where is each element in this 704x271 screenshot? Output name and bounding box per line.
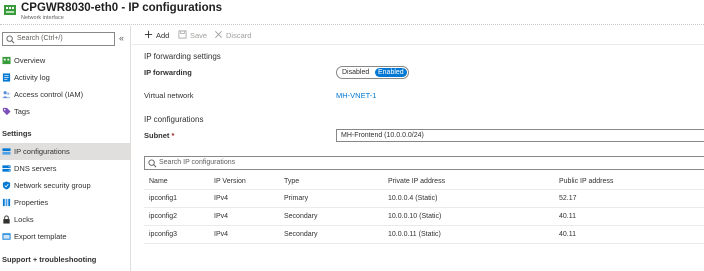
sidebar-item-dns-servers[interactable]: DNS servers: [0, 160, 131, 177]
dns-servers-icon: [2, 165, 11, 172]
cell-name: ipconfig1: [149, 195, 178, 202]
toggle-option-enabled[interactable]: Enabled: [375, 68, 407, 77]
add-button-label: Add: [156, 31, 170, 40]
cell-ip-version: IPv4: [214, 195, 229, 202]
table-row[interactable]: ipconfig1 IPv4 Primary 10.0.0.4 (Static)…: [144, 190, 704, 208]
sidebar-item-label: DNS servers: [14, 164, 57, 173]
lock-icon: [3, 215, 10, 224]
sidebar-item-label: IP configurations: [14, 147, 70, 156]
toggle-option-disabled[interactable]: Disabled: [339, 68, 372, 77]
ip-forwarding-label: IP forwarding: [144, 68, 192, 77]
table-row[interactable]: ipconfig2 IPv4 Secondary 10.0.0.10 (Stat…: [144, 208, 704, 226]
sidebar-item-network-security-group[interactable]: Network security group: [0, 177, 131, 194]
main-content: Add Save Discard IP forwarding settings …: [132, 26, 704, 271]
sidebar-item-label: Tags: [14, 107, 30, 116]
menu-search-placeholder: Search (Ctrl+/): [17, 35, 63, 42]
ip-forwarding-toggle[interactable]: Disabled Enabled: [336, 66, 409, 79]
tag-icon: [2, 107, 11, 116]
save-button-label: Save: [190, 31, 208, 40]
overview-icon: [2, 56, 11, 65]
subnet-label: Subnet *: [144, 131, 174, 140]
cell-private-ip: 10.0.0.10 (Static): [388, 213, 442, 220]
virtual-network-link[interactable]: MH-VNET-1: [336, 91, 376, 100]
column-header-ip-version[interactable]: IP Version: [214, 178, 246, 185]
ip-configurations-icon: [2, 148, 11, 155]
cell-ip-version: IPv4: [214, 231, 229, 238]
ip-configurations-section-title: IP configurations: [144, 115, 204, 124]
sidebar-item-label: Access control (IAM): [14, 90, 84, 99]
cell-private-ip: 10.0.0.11 (Static): [388, 231, 441, 238]
settings-section-header: Settings: [2, 129, 32, 138]
blade-header: CPGWR8030-eth0 - IP configurations Netwo…: [0, 0, 704, 25]
table-header-row: Name IP Version Type Private IP address …: [144, 173, 704, 190]
ip-forwarding-section-title: IP forwarding settings: [144, 52, 221, 61]
sidebar-item-locks[interactable]: Locks: [0, 211, 131, 228]
collapse-menu-button[interactable]: «: [119, 33, 124, 43]
subnet-label-text: Subnet: [144, 131, 170, 140]
close-icon: [215, 31, 222, 38]
sidebar-item-activity-log[interactable]: Activity log: [0, 69, 131, 86]
save-icon: [178, 30, 187, 39]
virtual-network-label: Virtual network: [144, 91, 194, 100]
network-security-group-icon: [2, 181, 11, 190]
cell-public-ip: 52.17: [559, 195, 577, 202]
access-control-icon: [2, 91, 11, 99]
save-button[interactable]: Save: [178, 30, 207, 42]
cell-name: ipconfig2: [149, 213, 178, 220]
cell-type: Primary: [284, 195, 309, 202]
resource-menu: Search (Ctrl+/) « Overview Activity log …: [0, 26, 131, 271]
ip-config-search-placeholder: Search IP configurations: [159, 159, 236, 166]
sidebar-item-properties[interactable]: Properties: [0, 194, 131, 211]
cell-type: Secondary: [284, 231, 318, 238]
sidebar-item-label: Overview: [14, 56, 46, 65]
ip-config-search-input[interactable]: Search IP configurations: [144, 156, 704, 170]
cell-ip-version: IPv4: [214, 213, 229, 220]
sidebar-item-label: Export template: [14, 232, 67, 241]
sidebar-item-ip-configurations[interactable]: IP configurations: [0, 143, 131, 160]
search-icon: [148, 159, 157, 168]
search-icon: [6, 35, 15, 44]
sidebar-item-label: Network security group: [14, 181, 91, 190]
column-header-private-ip[interactable]: Private IP address: [388, 178, 445, 185]
add-button[interactable]: Add: [144, 30, 169, 42]
ip-configurations-table: Name IP Version Type Private IP address …: [144, 173, 704, 244]
sidebar-item-access-control[interactable]: Access control (IAM): [0, 86, 131, 103]
cell-name: ipconfig3: [149, 231, 178, 238]
sidebar-item-export-template[interactable]: Export template: [0, 228, 131, 245]
sidebar-item-label: Activity log: [14, 73, 50, 82]
column-header-public-ip[interactable]: Public IP address: [559, 178, 613, 185]
cell-type: Secondary: [284, 213, 318, 220]
menu-search-input[interactable]: Search (Ctrl+/): [2, 32, 115, 46]
export-template-icon: [2, 233, 11, 240]
column-header-type[interactable]: Type: [284, 178, 299, 185]
required-marker: *: [171, 131, 175, 140]
cell-public-ip: 40.11: [559, 213, 576, 220]
command-bar: Add Save Discard: [132, 26, 704, 45]
cell-private-ip: 10.0.0.4 (Static): [388, 195, 438, 202]
activity-log-icon: [2, 73, 11, 82]
plus-icon: [144, 30, 153, 39]
discard-button-label: Discard: [226, 31, 252, 40]
subnet-dropdown[interactable]: MH-Frontend (10.0.0.0/24): [336, 129, 704, 142]
properties-icon: [2, 198, 11, 207]
column-header-name[interactable]: Name: [149, 178, 168, 185]
sidebar-item-tags[interactable]: Tags: [0, 103, 131, 120]
discard-button[interactable]: Discard: [214, 30, 251, 42]
sidebar-item-label: Locks: [14, 215, 34, 224]
network-interface-icon: [4, 5, 16, 15]
subnet-selected-value: MH-Frontend (10.0.0.0/24): [341, 132, 424, 139]
page-title: CPGWR8030-eth0 - IP configurations: [21, 2, 223, 14]
support-section-header: Support + troubleshooting: [2, 255, 97, 264]
sidebar-item-label: Properties: [14, 198, 49, 207]
cell-public-ip: 40.11: [559, 231, 576, 238]
sidebar-item-overview[interactable]: Overview: [0, 52, 131, 69]
table-row[interactable]: ipconfig3 IPv4 Secondary 10.0.0.11 (Stat…: [144, 226, 704, 244]
page-subtitle: Network interface: [21, 15, 64, 21]
